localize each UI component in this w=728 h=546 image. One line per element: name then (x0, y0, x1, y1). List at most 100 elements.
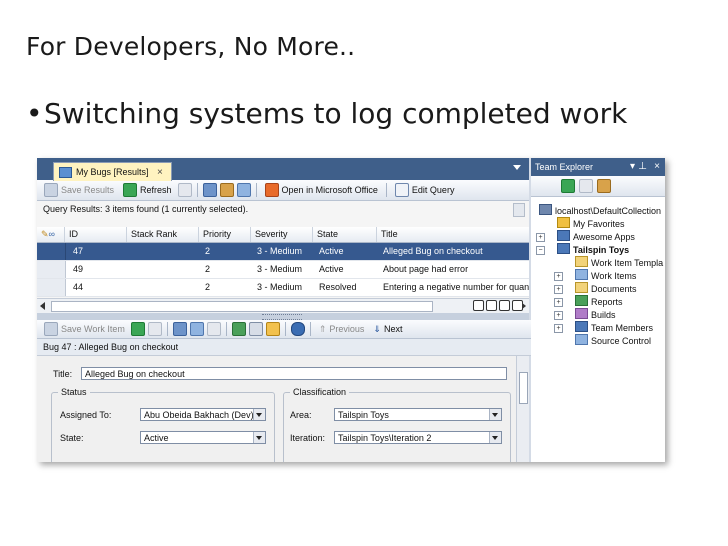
cell-priority: 2 (205, 282, 211, 292)
cell-title: About page had error (383, 264, 469, 274)
column-header-stack-rank[interactable]: Stack Rank (127, 227, 199, 242)
pin-icon[interactable]: ⊥ (638, 158, 647, 176)
tree-item-label: Source Control (591, 336, 652, 346)
window-position-icon[interactable]: ▾ (630, 158, 635, 176)
project-icon (557, 230, 570, 241)
close-icon[interactable]: × (654, 158, 660, 176)
cell-id: 47 (73, 246, 84, 256)
open-in-office-button[interactable]: Open in Microsoft Office (262, 181, 381, 199)
bullet-item: •Switching systems to log completed work (26, 97, 627, 130)
refresh-icon[interactable] (561, 179, 575, 193)
up-arrow-icon: ⇑ (318, 323, 327, 334)
layout-buttons (473, 300, 523, 311)
collapse-icon[interactable]: − (536, 246, 545, 255)
area-combo[interactable]: Tailspin Toys (334, 408, 502, 421)
edit-query-icon (394, 183, 409, 197)
link-icon[interactable] (219, 183, 234, 197)
column-header-title[interactable]: Title (377, 227, 529, 242)
source-control-icon (575, 334, 588, 345)
tab-dropdown-icon[interactable] (513, 165, 521, 170)
expand-icon[interactable]: + (554, 298, 563, 307)
stop-icon[interactable] (579, 179, 593, 193)
tree-item-documents[interactable]: Documents (575, 282, 637, 295)
title-field[interactable]: Alleged Bug on checkout (81, 367, 507, 380)
expand-icon[interactable]: + (554, 285, 563, 294)
tree-item-awesome-apps[interactable]: Awesome Apps (557, 230, 635, 243)
next-button[interactable]: ⇓ Next (370, 320, 405, 338)
edit-query-button[interactable]: Edit Query (392, 181, 458, 199)
save-work-item-button[interactable]: Save Work Item (41, 320, 128, 338)
column-header-state[interactable]: State (313, 227, 377, 242)
layout-icon[interactable] (473, 300, 484, 311)
attach-icon[interactable] (206, 322, 221, 336)
tree-item-work-item-templates[interactable]: Work Item Templa (575, 256, 663, 269)
expand-icon[interactable]: + (554, 311, 563, 320)
status-group: Status Assigned To: Abu Obeida Bakhach (… (51, 387, 275, 462)
copy-icon[interactable] (189, 322, 204, 336)
row-header[interactable] (37, 243, 66, 260)
folder-icon (575, 256, 588, 267)
scrollbar-thumb[interactable] (519, 372, 528, 404)
refresh-icon[interactable] (130, 322, 145, 336)
horizontal-scrollbar[interactable] (37, 298, 529, 313)
dropdown-arrow-icon[interactable] (253, 409, 265, 420)
expand-icon[interactable]: + (536, 233, 545, 242)
column-header-severity[interactable]: Severity (251, 227, 313, 242)
tree-item-tailspin-toys[interactable]: Tailspin Toys (557, 243, 629, 256)
table-row[interactable]: 49 2 3 - Medium Active About page had er… (37, 261, 529, 279)
print-icon[interactable] (248, 322, 263, 336)
dropdown-arrow-icon[interactable] (489, 409, 501, 420)
iteration-combo[interactable]: Tailspin Toys\Iteration 2 (334, 431, 502, 444)
tab-close-icon[interactable]: × (157, 167, 163, 178)
undo-icon[interactable] (147, 322, 162, 336)
add-project-icon[interactable] (597, 179, 611, 193)
tree-item-label: Awesome Apps (573, 232, 635, 242)
tree-item-builds[interactable]: Builds (575, 308, 616, 321)
slide-title: For Developers, No More.. (26, 32, 356, 61)
tree-item-source-control[interactable]: Source Control (575, 334, 651, 347)
view-icon[interactable] (177, 183, 192, 197)
row-header[interactable] (37, 261, 66, 278)
scrollbar-thumb[interactable] (51, 301, 433, 312)
state-combo[interactable]: Active (140, 431, 266, 444)
tree-item-reports[interactable]: Reports (575, 295, 623, 308)
layout-icon[interactable] (499, 300, 510, 311)
column-header-id[interactable]: ID (65, 227, 127, 242)
layout-icon[interactable] (486, 300, 497, 311)
expand-icon[interactable]: + (554, 272, 563, 281)
column-options-icon[interactable] (236, 183, 251, 197)
previous-button[interactable]: ⇑ Previous (316, 320, 368, 338)
column-header-priority[interactable]: Priority (199, 227, 251, 242)
tree-item-collection[interactable]: localhost\DefaultCollection (539, 204, 661, 217)
tree-item-label: Builds (591, 310, 616, 320)
table-row[interactable]: 44 2 3 - Medium Resolved Entering a nega… (37, 279, 529, 297)
team-explorer-header: Team Explorer ▾ ⊥ × (531, 158, 665, 176)
pane-splitter[interactable] (37, 300, 529, 320)
tree-item-team-members[interactable]: Team Members (575, 321, 653, 334)
row-header[interactable] (37, 279, 66, 296)
globe-icon[interactable] (290, 322, 305, 336)
cell-id: 44 (73, 282, 84, 292)
assigned-to-combo[interactable]: Abu Obeida Bakhach (Dev) (140, 408, 266, 421)
dropdown-arrow-icon[interactable] (253, 432, 265, 443)
tree-item-my-favorites[interactable]: My Favorites (557, 217, 625, 230)
new-work-item-icon[interactable] (202, 183, 217, 197)
layout-icon[interactable] (512, 300, 523, 311)
tree-item-work-items[interactable]: Work Items (575, 269, 636, 282)
state-value: Active (144, 433, 169, 443)
expand-icon[interactable]: + (554, 324, 563, 333)
dropdown-arrow-icon[interactable] (489, 432, 501, 443)
tab-my-bugs[interactable]: My Bugs [Results] × (53, 162, 172, 181)
email-icon[interactable] (265, 322, 280, 336)
table-row[interactable]: 47 2 3 - Medium Active Alleged Bug on ch… (37, 243, 529, 261)
excel-icon[interactable] (231, 322, 246, 336)
grid-header: ✎∞ ID Stack Rank Priority Severity State… (37, 227, 529, 243)
scroll-up-button[interactable] (513, 203, 525, 217)
save-results-button[interactable]: Save Results (41, 181, 117, 199)
cell-severity: 3 - Medium (257, 246, 303, 256)
new-linked-item-icon[interactable] (172, 322, 187, 336)
scroll-left-icon[interactable] (40, 302, 45, 310)
form-vertical-scrollbar[interactable] (516, 356, 529, 462)
refresh-button[interactable]: Refresh (120, 181, 175, 199)
area-value: Tailspin Toys (338, 410, 389, 420)
